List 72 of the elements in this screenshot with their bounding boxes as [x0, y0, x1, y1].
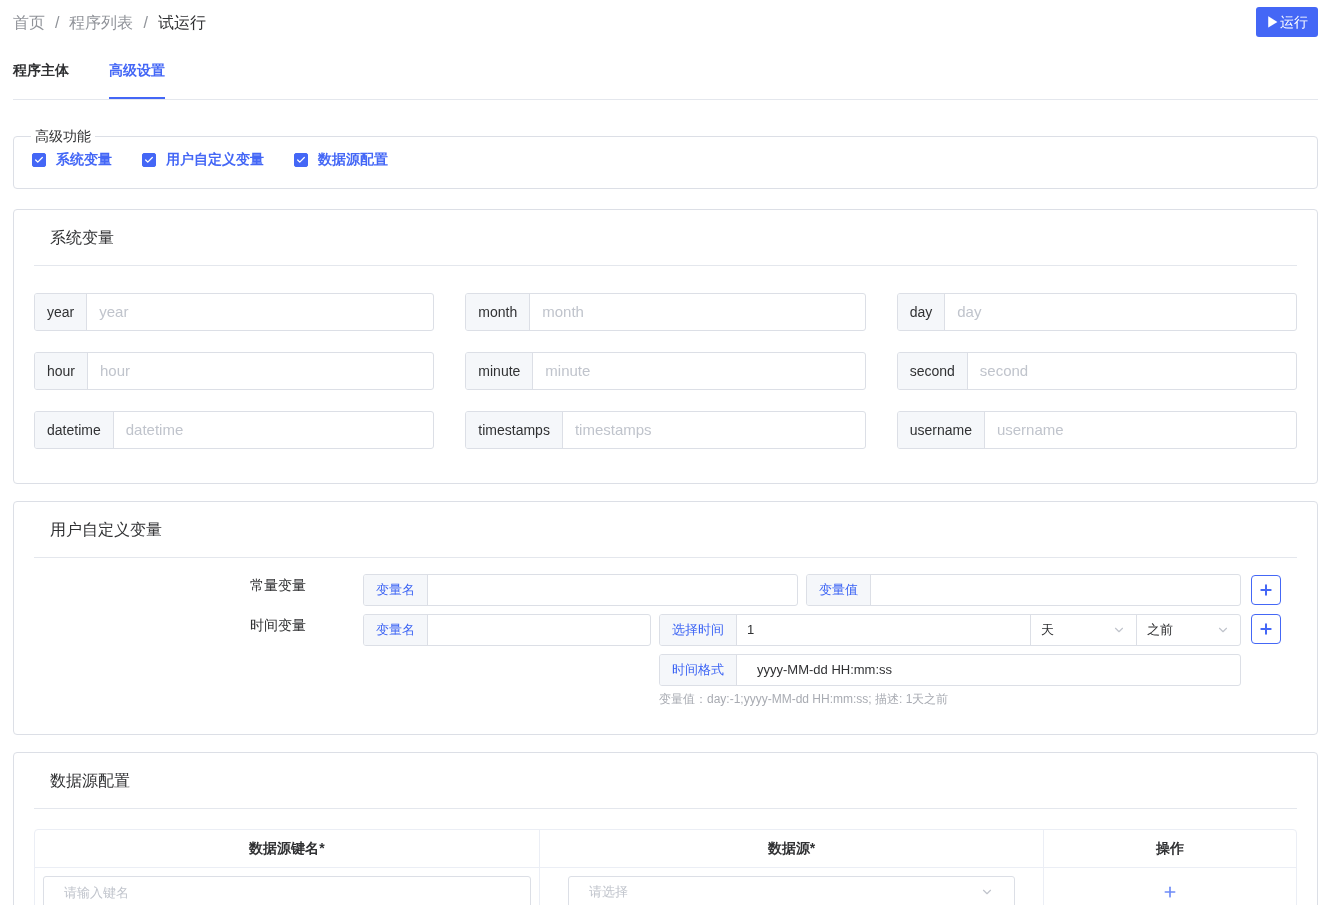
- checkbox-label: 用户自定义变量: [166, 150, 264, 169]
- time-input-group[interactable]: 选择时间 1 天 之前: [659, 614, 1241, 646]
- input-group[interactable]: hour hour: [34, 352, 435, 390]
- hint-text: 变量值：day:-1;yyyy-MM-dd HH:mm:ss; 描述: 1天之前: [659, 691, 950, 708]
- text-input[interactable]: timestamps: [562, 418, 865, 442]
- column-header: 数据源*: [540, 830, 1044, 867]
- checkbox-label: 数据源配置: [318, 150, 388, 169]
- plus-icon: [1258, 582, 1274, 598]
- run-button[interactable]: ▶运行: [1256, 7, 1318, 37]
- breadcrumb-separator: /: [55, 13, 60, 33]
- input-field[interactable]: 变量值: [806, 574, 1241, 606]
- input-group[interactable]: datetime datetime: [34, 411, 435, 449]
- input-addon: 变量名: [364, 615, 428, 645]
- input-group[interactable]: day day: [896, 293, 1297, 331]
- input-group[interactable]: minute minute: [465, 352, 866, 390]
- input-group[interactable]: second second: [896, 352, 1297, 390]
- section-title: 系统变量: [50, 227, 114, 248]
- check-icon: [144, 154, 154, 165]
- column-header: 操作: [1155, 839, 1185, 858]
- input-addon: year: [35, 294, 88, 330]
- time-amount-field[interactable]: 1: [737, 615, 1030, 645]
- input-group[interactable]: month month: [465, 293, 866, 331]
- text-input[interactable]: datetime: [113, 418, 434, 442]
- input-addon: month: [466, 294, 531, 330]
- input-addon: datetime: [35, 412, 114, 448]
- row-label: 常量变量: [250, 576, 307, 595]
- add-button[interactable]: [1162, 884, 1178, 900]
- add-button[interactable]: [1251, 614, 1281, 644]
- format-input[interactable]: yyyy-MM-dd HH:mm:ss: [737, 655, 1240, 685]
- text-input[interactable]: day: [945, 300, 1296, 324]
- checkbox[interactable]: [32, 152, 46, 167]
- checkbox[interactable]: [294, 152, 308, 167]
- check-icon: [34, 154, 44, 165]
- text-input[interactable]: hour: [88, 359, 434, 383]
- checkbox[interactable]: [142, 152, 156, 167]
- text-input[interactable]: minute: [533, 359, 865, 383]
- group-legend: 高级功能: [31, 126, 95, 147]
- text-input[interactable]: username: [984, 418, 1296, 442]
- key-input[interactable]: 请输入键名: [43, 876, 531, 905]
- section-title: 用户自定义变量: [50, 519, 162, 540]
- input-addon: username: [897, 412, 985, 448]
- breadcrumb-link[interactable]: 试运行: [157, 11, 206, 35]
- unit-select[interactable]: 天: [1030, 615, 1136, 645]
- input-addon: 选择时间: [660, 615, 737, 645]
- text-input[interactable]: month: [530, 300, 865, 324]
- input-group[interactable]: timestamps timestamps: [465, 411, 866, 449]
- input-addon: 变量值: [807, 575, 871, 605]
- column-header: 数据源键名*: [35, 830, 540, 867]
- tab[interactable]: 程序主体: [13, 43, 69, 99]
- text-input[interactable]: year: [87, 300, 434, 324]
- direction-select[interactable]: 之前: [1136, 615, 1240, 645]
- breadcrumb-separator: /: [143, 13, 148, 33]
- section-title: 数据源配置: [50, 770, 130, 791]
- add-button[interactable]: [1251, 575, 1281, 605]
- input-group[interactable]: username username: [896, 411, 1297, 449]
- input-addon: hour: [35, 353, 89, 389]
- input-field[interactable]: 变量名: [363, 574, 798, 606]
- check-icon: [296, 154, 306, 165]
- input-addon: second: [897, 353, 968, 389]
- input-addon: day: [897, 294, 946, 330]
- input-addon: 变量名: [364, 575, 428, 605]
- plus-icon: [1258, 621, 1274, 637]
- input-group[interactable]: year year: [34, 293, 435, 331]
- input-addon: minute: [466, 353, 534, 389]
- input-addon: 时间格式: [660, 655, 737, 685]
- input-field[interactable]: 变量名: [363, 614, 651, 646]
- checkbox-label: 系统变量: [56, 150, 112, 169]
- input-addon: timestamps: [466, 412, 563, 448]
- text-input[interactable]: second: [967, 359, 1296, 383]
- tab[interactable]: 高级设置: [109, 43, 165, 99]
- row-label: 时间变量: [250, 616, 307, 635]
- input-group[interactable]: 时间格式 yyyy-MM-dd HH:mm:ss: [659, 654, 1241, 686]
